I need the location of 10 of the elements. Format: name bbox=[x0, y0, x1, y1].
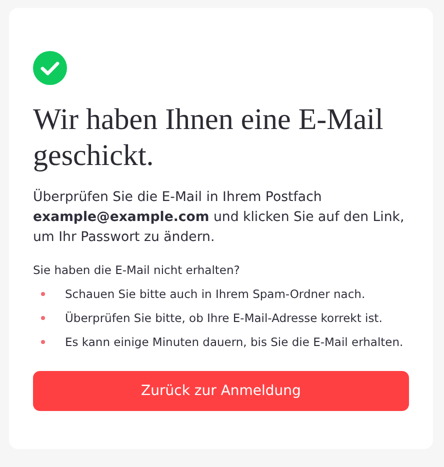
bullet-icon bbox=[41, 316, 45, 320]
help-item: Schauen Sie bitte auch in Ihrem Spam-Ordner nach. bbox=[65, 286, 366, 302]
help-item: Überprüfen Sie bitte, ob Ihre E-Mail-Adresse korrekt ist. bbox=[65, 310, 382, 326]
back-to-login-button[interactable]: Zurück zur Anmeldung bbox=[33, 371, 409, 411]
help-item: Es kann einige Minuten dauern, bis Sie die E-Mail erhalten. bbox=[65, 334, 404, 350]
help-title: Sie haben die E-Mail nicht erhalten? bbox=[33, 262, 240, 278]
message-text: Überprüfen Sie die E-Mail in Ihrem Postfach example@example.com und klicken Sie auf den Link, um Ihr Passwort zu ändern. bbox=[33, 188, 406, 247]
heading: Wir haben Ihnen eine E-Mail geschickt. bbox=[33, 102, 384, 174]
bullet-icon bbox=[41, 340, 45, 344]
bullet-icon bbox=[41, 292, 45, 296]
